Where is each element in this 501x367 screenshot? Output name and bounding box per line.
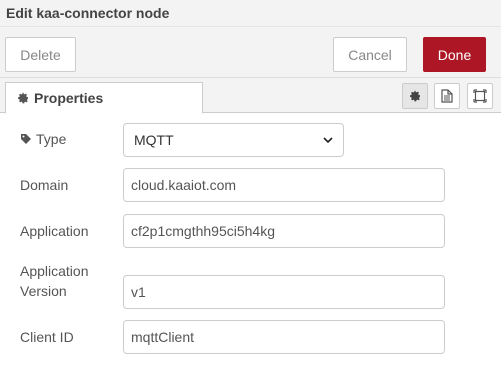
application-value: cf2p1cmgthh95ci5h4kg: [131, 223, 275, 239]
tag-icon: [21, 134, 31, 144]
client-id-value: mqttClient: [131, 329, 195, 345]
chevron-down-icon: [323, 136, 333, 143]
tab-bar: Properties: [0, 78, 501, 114]
application-version-label-line2: Version: [20, 283, 67, 299]
type-label-text: Type: [36, 131, 67, 147]
application-version-value: v1: [131, 284, 146, 300]
type-select-value: MQTT: [134, 132, 174, 148]
delete-button[interactable]: Delete: [5, 37, 76, 72]
appearance-icon: [473, 89, 487, 103]
application-field[interactable]: cf2p1cmgthh95ci5h4kg: [123, 214, 445, 248]
domain-value: cloud.kaaiot.com: [131, 177, 237, 193]
tab-appearance[interactable]: [467, 83, 493, 109]
type-select[interactable]: MQTT: [123, 123, 344, 157]
domain-field[interactable]: cloud.kaaiot.com: [123, 168, 445, 202]
tab-properties-label: Properties: [34, 90, 104, 106]
dialog-title-text: Edit kaa-connector node: [6, 5, 170, 21]
client-id-field[interactable]: mqttClient: [123, 320, 445, 354]
tab-settings[interactable]: [402, 83, 428, 109]
type-label: Type: [20, 129, 66, 149]
dialog-title: Edit kaa-connector node: [0, 0, 501, 27]
domain-label: Domain: [20, 177, 69, 193]
gear-icon: [410, 90, 420, 102]
done-button[interactable]: Done: [423, 37, 486, 72]
description-icon: [441, 89, 453, 103]
gear-icon: [18, 92, 28, 104]
application-version-label: Application Version: [20, 261, 89, 301]
application-label: Application: [20, 223, 89, 239]
client-id-label: Client ID: [20, 329, 74, 345]
tab-description[interactable]: [434, 83, 460, 109]
dialog-toolbar: Delete Cancel Done: [0, 27, 501, 78]
cancel-button[interactable]: Cancel: [333, 37, 407, 72]
application-version-field[interactable]: v1: [123, 275, 445, 309]
application-version-label-line1: Application: [20, 263, 89, 279]
tab-properties[interactable]: Properties: [5, 82, 203, 114]
